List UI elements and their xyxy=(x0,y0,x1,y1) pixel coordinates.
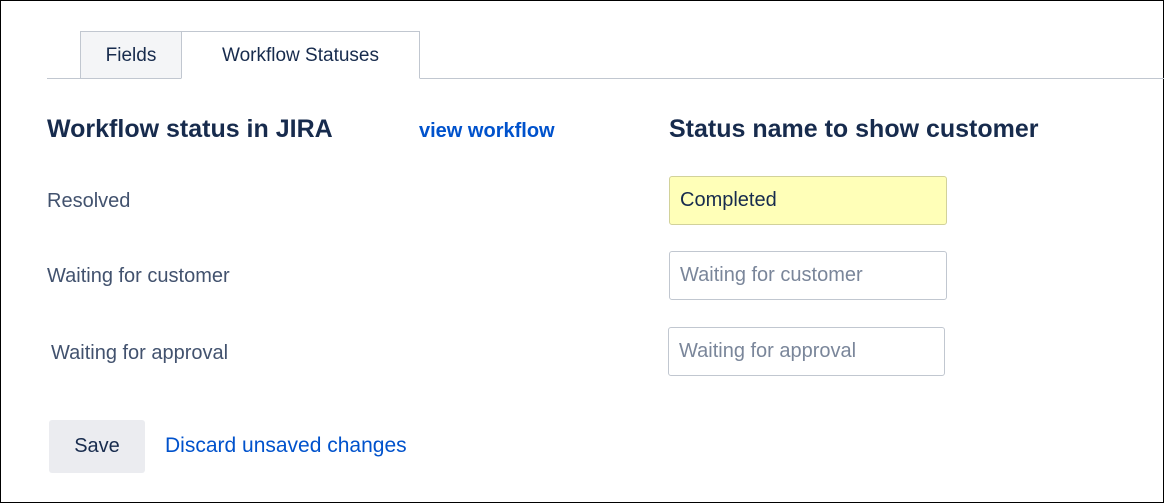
customer-status-input-waiting-for-customer[interactable] xyxy=(669,251,947,300)
status-label-waiting-for-approval: Waiting for approval xyxy=(51,342,229,364)
customer-status-column-heading: Status name to show customer xyxy=(669,115,1039,143)
save-button[interactable]: Save xyxy=(49,420,145,473)
view-workflow-link[interactable]: view workflow xyxy=(419,118,555,144)
status-label-waiting-for-customer: Waiting for customer xyxy=(47,265,230,287)
discard-unsaved-changes-link[interactable]: Discard unsaved changes xyxy=(165,433,407,459)
jira-status-column-heading: Workflow status in JIRA xyxy=(47,115,333,143)
tab-bar: Fields Workflow Statuses xyxy=(47,31,1164,79)
customer-status-input-resolved[interactable] xyxy=(669,176,947,225)
tab-fields[interactable]: Fields xyxy=(80,31,182,78)
tab-workflow-statuses[interactable]: Workflow Statuses xyxy=(181,31,420,79)
status-label-resolved: Resolved xyxy=(47,190,131,212)
workflow-statuses-panel: Fields Workflow Statuses Workflow status… xyxy=(0,0,1164,503)
customer-status-input-waiting-for-approval[interactable] xyxy=(668,327,945,376)
